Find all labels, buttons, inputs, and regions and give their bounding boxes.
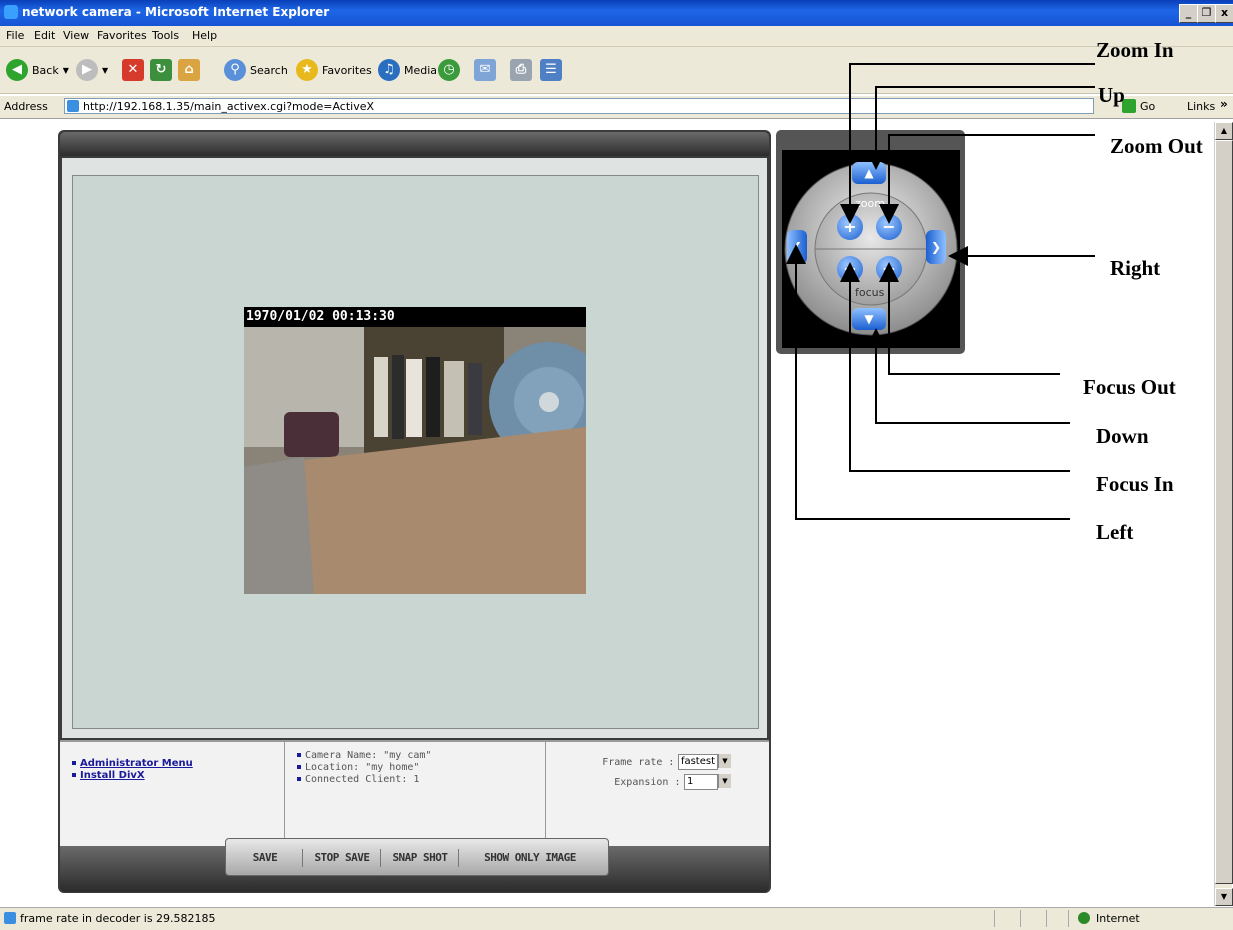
callout-lines <box>786 63 1095 520</box>
status-divider <box>1020 910 1021 927</box>
status-divider <box>1068 910 1069 927</box>
left-annotation: Left <box>1096 520 1134 544</box>
zoom-in-annotation: Zoom In <box>1096 38 1174 62</box>
status-divider <box>1046 910 1047 927</box>
globe-icon <box>1078 912 1090 924</box>
focus-out-annotation: Focus Out <box>1083 375 1176 399</box>
status-text: frame rate in decoder is 29.582185 <box>20 912 216 925</box>
status-divider <box>994 910 995 927</box>
focus-in-annotation: Focus In <box>1096 472 1174 496</box>
page-status-icon <box>4 912 16 924</box>
up-annotation: Up <box>1098 83 1125 107</box>
status-bar: frame rate in decoder is 29.582185 Inter… <box>0 907 1233 930</box>
down-annotation: Down <box>1096 424 1149 448</box>
zoom-out-annotation: Zoom Out <box>1110 134 1203 158</box>
security-zone: Internet <box>1096 912 1140 925</box>
right-annotation: Right <box>1110 256 1161 280</box>
